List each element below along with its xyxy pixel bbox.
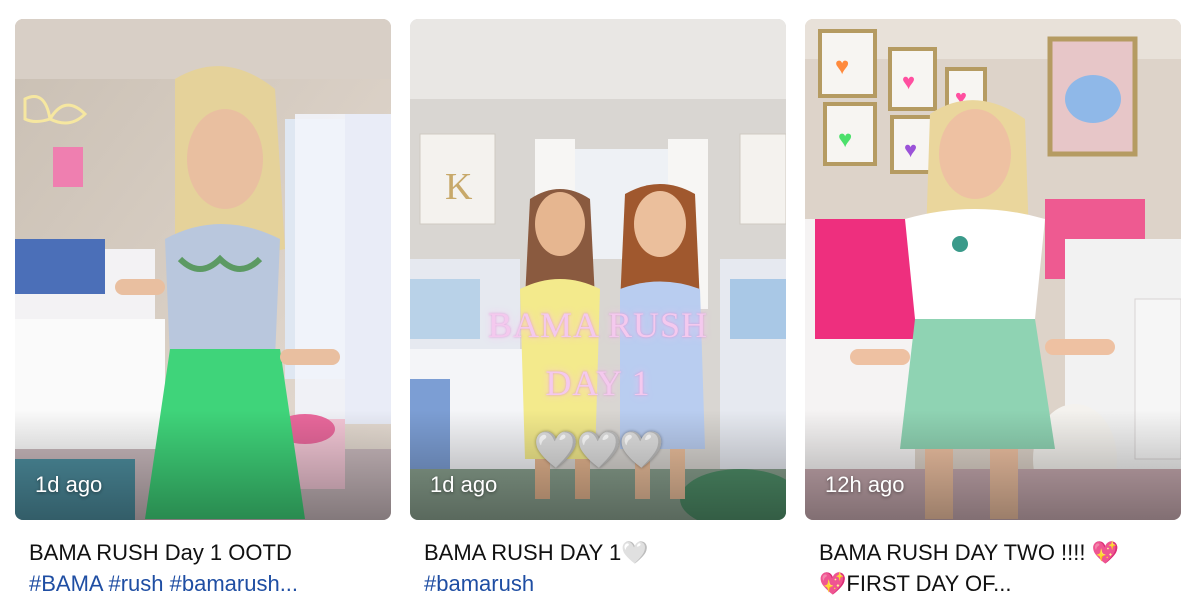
- svg-text:♥: ♥: [902, 69, 915, 94]
- video-card-1[interactable]: 1d ago BAMA RUSH Day 1 OOTD #BAMA #rush …: [15, 19, 391, 599]
- video-grid: 1d ago BAMA RUSH Day 1 OOTD #BAMA #rush …: [0, 0, 1200, 600]
- video-thumbnail-2[interactable]: K BAMA RUSH DAY 1 1d ago: [410, 19, 786, 520]
- caption-hashtags[interactable]: #BAMA #rush #bamarush...: [29, 568, 391, 599]
- svg-text:♥: ♥: [838, 126, 852, 153]
- video-overlay-subtitle: DAY 1: [545, 363, 651, 403]
- video-caption-1[interactable]: BAMA RUSH Day 1 OOTD #BAMA #rush #bamaru…: [15, 537, 391, 599]
- video-thumbnail-3[interactable]: ♥ ♥ ♥ ♥ ♥ 12h ago: [805, 19, 1181, 520]
- thumbnail-shade: [15, 410, 391, 520]
- caption-hashtags[interactable]: #bamarush: [424, 568, 786, 599]
- video-thumbnail-1[interactable]: 1d ago: [15, 19, 391, 520]
- caption-title: BAMA RUSH DAY TWO !!!! 💖: [819, 540, 1119, 565]
- video-card-2[interactable]: K BAMA RUSH DAY 1 1d ago BAMA RUSH DAY 1…: [410, 19, 786, 599]
- video-caption-2[interactable]: BAMA RUSH DAY 1🤍 #bamarush: [410, 537, 786, 599]
- svg-text:K: K: [445, 166, 473, 208]
- caption-second-line: 💖FIRST DAY OF...: [819, 571, 1012, 596]
- caption-title: BAMA RUSH DAY 1🤍: [424, 540, 649, 565]
- svg-text:♥: ♥: [904, 137, 917, 162]
- video-caption-3[interactable]: BAMA RUSH DAY TWO !!!! 💖 💖FIRST DAY OF..…: [805, 537, 1181, 599]
- video-overlay-title: BAMA RUSH: [487, 305, 709, 345]
- thumbnail-shade: [805, 410, 1181, 520]
- svg-text:♥: ♥: [835, 53, 849, 80]
- caption-title: BAMA RUSH Day 1 OOTD: [29, 540, 292, 565]
- post-age-label: 1d ago: [35, 472, 103, 497]
- post-age-label: 1d ago: [430, 472, 498, 497]
- post-age-label: 12h ago: [825, 472, 905, 497]
- thumbnail-shade: [410, 410, 786, 520]
- video-card-3[interactable]: ♥ ♥ ♥ ♥ ♥ 12h ago BAMA RUSH DAY TWO !!!!…: [805, 19, 1181, 599]
